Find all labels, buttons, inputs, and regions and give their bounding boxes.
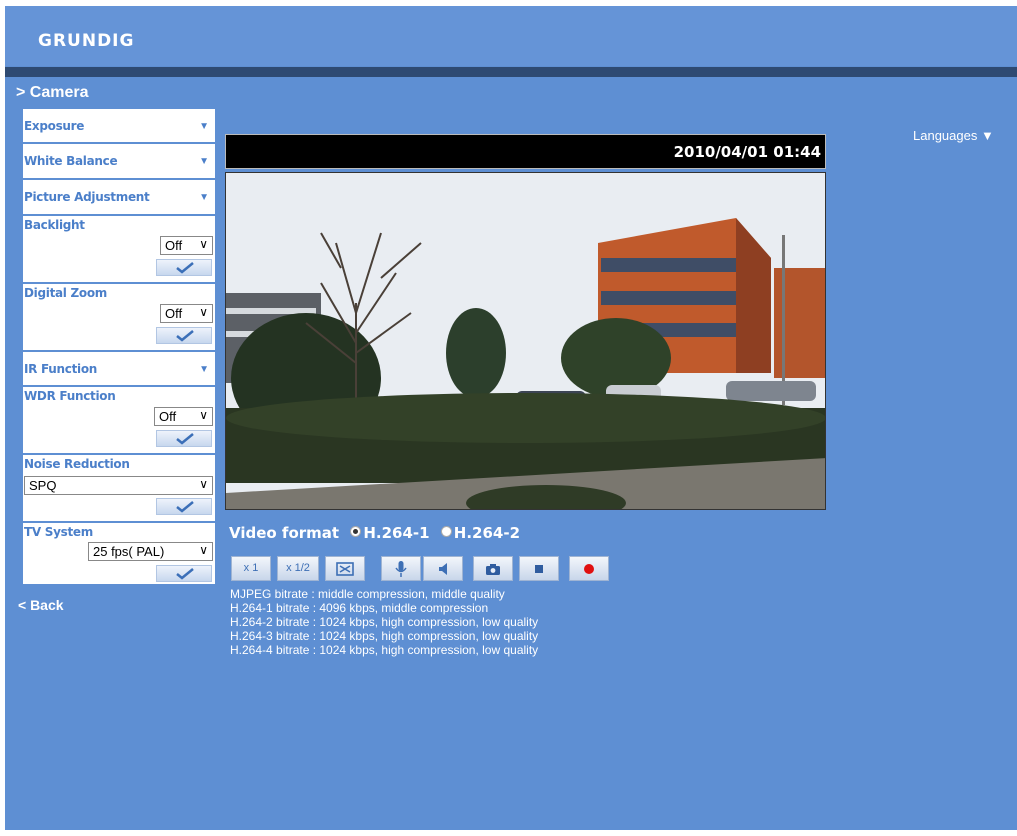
checkmark-icon	[176, 433, 194, 445]
back-link[interactable]: < Back	[18, 597, 64, 613]
wdr-function-panel: WDR Function Off ∨	[23, 387, 215, 454]
h264-1-label: H.264-1	[363, 524, 430, 542]
microphone-icon	[395, 560, 407, 577]
wdr-function-select[interactable]: Off ∨	[154, 407, 213, 426]
backlight-apply-button[interactable]	[156, 259, 212, 276]
timestamp-bar: 2010/04/01 01:44	[225, 134, 826, 169]
microphone-button[interactable]	[381, 556, 421, 581]
digital-zoom-value: Off	[165, 306, 183, 321]
info-line: H.264-4 bitrate : 1024 kbps, high compre…	[230, 643, 539, 657]
wdr-function-value: Off	[159, 409, 177, 424]
digital-zoom-label: Digital Zoom	[24, 286, 107, 300]
live-video-view[interactable]	[225, 172, 826, 510]
stop-icon	[535, 564, 543, 573]
section-title: > Camera	[16, 84, 89, 101]
timestamp: 2010/04/01 01:44	[673, 143, 821, 161]
chevron-down-icon: ∨	[199, 237, 208, 251]
picture-adjustment-menu[interactable]: Picture Adjustment ▼	[23, 180, 215, 215]
h264-2-radio[interactable]	[440, 526, 452, 537]
fullscreen-icon	[336, 561, 354, 576]
tv-system-panel: TV System 25 fps( PAL) ∨	[23, 523, 215, 585]
header: GRUNDIG	[5, 6, 1017, 66]
digital-zoom-select[interactable]: Off ∨	[160, 304, 213, 323]
noise-reduction-apply-button[interactable]	[156, 498, 212, 515]
stop-button[interactable]	[519, 556, 559, 581]
checkmark-icon	[176, 330, 194, 342]
camera-icon	[486, 563, 500, 575]
digital-zoom-apply-button[interactable]	[156, 327, 212, 344]
noise-reduction-select[interactable]: SPQ ∨	[24, 476, 213, 495]
ir-function-label: IR Function	[24, 362, 98, 376]
record-button[interactable]	[569, 556, 609, 581]
noise-reduction-panel: Noise Reduction SPQ ∨	[23, 455, 215, 522]
tv-system-apply-button[interactable]	[156, 565, 212, 582]
chevron-down-icon: ∨	[199, 408, 208, 422]
fullscreen-button[interactable]	[325, 556, 365, 581]
expand-arrow-icon: ▼	[199, 156, 209, 167]
expand-arrow-icon: ▼	[199, 364, 209, 375]
backlight-select[interactable]: Off ∨	[160, 236, 213, 255]
snapshot-button[interactable]	[473, 556, 513, 581]
digital-zoom-panel: Digital Zoom Off ∨	[23, 284, 215, 351]
expand-arrow-icon: ▼	[199, 121, 209, 132]
page-frame: GRUNDIG > Camera Exposure ▼ White Balanc…	[5, 6, 1017, 830]
white-balance-menu[interactable]: White Balance ▼	[23, 144, 215, 179]
brand-logo: GRUNDIG	[38, 31, 135, 51]
tv-system-select[interactable]: 25 fps( PAL) ∨	[88, 542, 213, 561]
noise-reduction-label: Noise Reduction	[24, 457, 130, 471]
checkmark-icon	[176, 262, 194, 274]
noise-reduction-value: SPQ	[29, 478, 57, 493]
backlight-value: Off	[165, 238, 183, 253]
info-line: H.264-3 bitrate : 1024 kbps, high compre…	[230, 629, 539, 643]
wdr-function-apply-button[interactable]	[156, 430, 212, 447]
expand-arrow-icon: ▼	[199, 192, 209, 203]
video-format-row: Video format H.264-1 H.264-2	[229, 524, 520, 542]
zoom-half-button[interactable]: x 1/2	[277, 556, 319, 581]
picture-adjustment-label: Picture Adjustment	[24, 190, 150, 204]
h264-2-label: H.264-2	[453, 524, 521, 542]
chevron-down-icon: ∨	[199, 477, 208, 491]
chevron-down-icon: ∨	[199, 305, 208, 319]
ir-function-menu[interactable]: IR Function ▼	[23, 352, 215, 386]
info-line: H.264-2 bitrate : 1024 kbps, high compre…	[230, 615, 539, 629]
speaker-button[interactable]	[423, 556, 463, 581]
exposure-label: Exposure	[24, 119, 85, 133]
tv-system-label: TV System	[24, 525, 93, 539]
record-icon	[584, 563, 594, 574]
languages-menu[interactable]: Languages ▼	[913, 128, 994, 143]
video-format-label: Video format	[229, 524, 340, 542]
tv-system-value: 25 fps( PAL)	[93, 544, 165, 559]
camera-scene	[226, 173, 825, 509]
white-balance-label: White Balance	[24, 154, 118, 168]
info-line: H.264-1 bitrate : 4096 kbps, middle comp…	[230, 601, 489, 615]
header-rule	[5, 67, 1017, 77]
backlight-panel: Backlight Off ∨	[23, 216, 215, 283]
checkmark-icon	[176, 501, 194, 513]
wdr-function-label: WDR Function	[24, 389, 116, 403]
backlight-label: Backlight	[24, 218, 85, 232]
exposure-menu[interactable]: Exposure ▼	[23, 109, 215, 143]
h264-1-radio[interactable]	[350, 526, 362, 537]
zoom-1x-button[interactable]: x 1	[231, 556, 271, 581]
speaker-icon	[439, 562, 447, 575]
chevron-down-icon: ∨	[199, 543, 208, 557]
info-line: MJPEG bitrate : middle compression, midd…	[230, 587, 505, 601]
checkmark-icon	[176, 568, 194, 580]
